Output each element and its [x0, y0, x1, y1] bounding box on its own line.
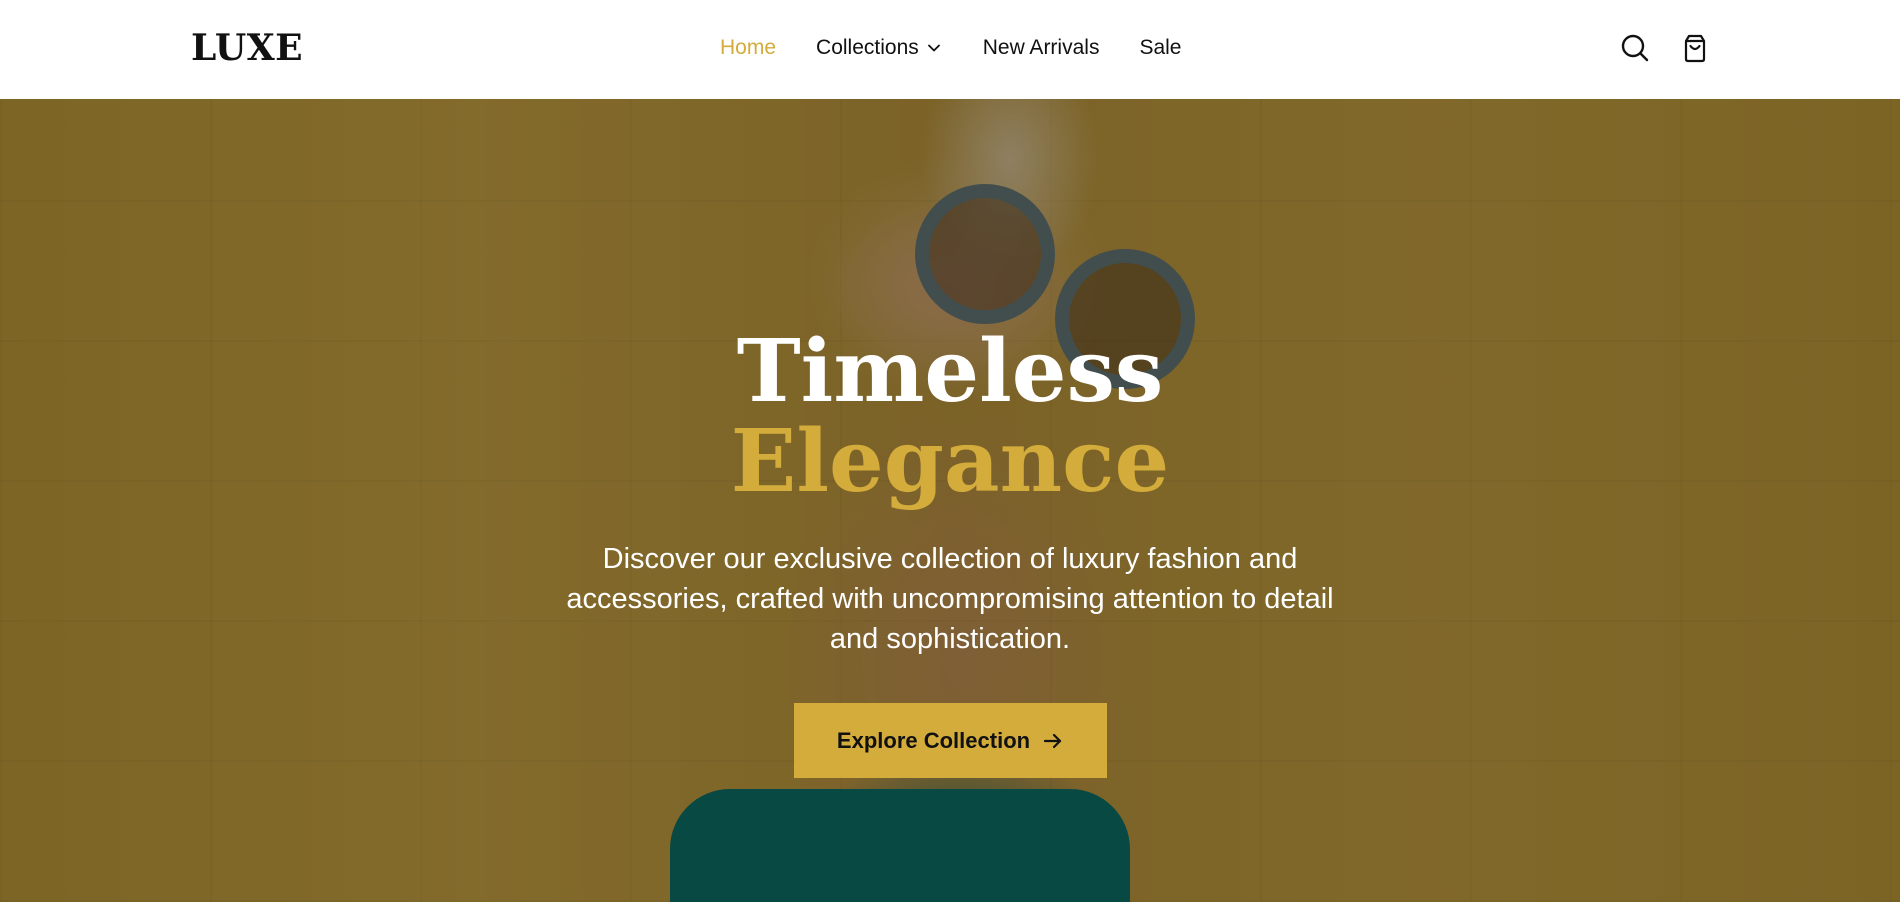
nav-new-arrivals[interactable]: New Arrivals	[983, 36, 1100, 60]
main-nav: Home Collections New Arrivals Sale	[720, 36, 1181, 60]
nav-collections[interactable]: Collections	[816, 36, 941, 60]
hero-title: Timeless Elegance	[0, 327, 1900, 507]
chevron-down-icon	[927, 41, 941, 55]
hero-title-line1: Timeless	[736, 321, 1164, 422]
hero-content: Timeless Elegance Discover our exclusive…	[0, 99, 1900, 902]
hero-section: Timeless Elegance Discover our exclusive…	[0, 99, 1900, 902]
shopping-bag-icon[interactable]	[1680, 33, 1710, 63]
hero-title-line2: Elegance	[730, 411, 1170, 512]
brand-logo[interactable]: LUXE	[191, 27, 303, 69]
nav-home[interactable]: Home	[720, 36, 776, 60]
search-icon[interactable]	[1620, 33, 1650, 63]
explore-collection-button[interactable]: Explore Collection	[794, 703, 1107, 778]
nav-sale[interactable]: Sale	[1139, 36, 1181, 60]
explore-collection-label: Explore Collection	[836, 727, 1031, 753]
arrow-right-icon	[1042, 730, 1064, 752]
nav-collections-label: Collections	[816, 36, 919, 59]
hero-description: Discover our exclusive collection of lux…	[566, 543, 1334, 655]
site-header: LUXE Home Collections New Arrivals Sale	[0, 0, 1900, 99]
